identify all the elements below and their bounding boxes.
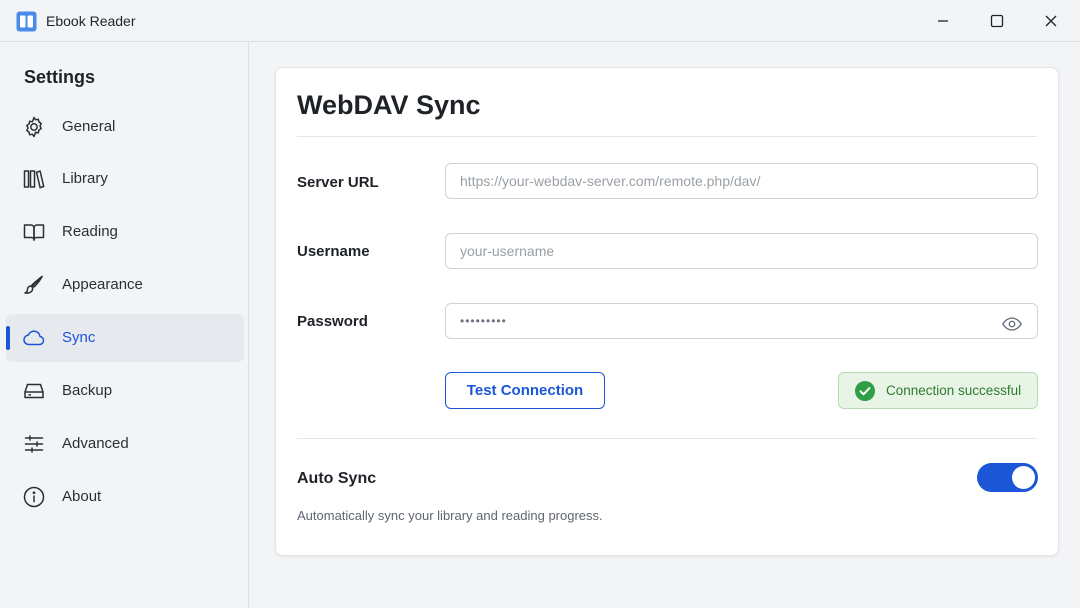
sidebar-item-library[interactable]: Library (6, 155, 244, 203)
minimize-button[interactable] (916, 0, 970, 42)
server-url-label: Server URL (297, 174, 379, 191)
title-bar: Ebook Reader (0, 0, 1080, 42)
sidebar-item-advanced[interactable]: Advanced (6, 420, 244, 468)
sidebar-item-label: Appearance (62, 276, 143, 293)
auto-sync-label: Auto Sync (297, 470, 377, 487)
settings-sidebar: Settings General Library Reading Appeara… (0, 42, 249, 608)
sidebar-item-appearance[interactable]: Appearance (6, 261, 244, 309)
open-book-icon (23, 224, 45, 241)
check-circle-icon (855, 381, 875, 401)
server-url-input[interactable] (445, 163, 1038, 199)
sidebar-item-about[interactable]: About (6, 473, 244, 521)
drive-icon (24, 383, 44, 399)
book-icon (16, 11, 37, 32)
eye-icon[interactable] (1001, 313, 1023, 335)
password-input[interactable] (445, 303, 1038, 339)
auto-sync-description: Automatically sync your library and read… (297, 508, 603, 523)
info-icon (23, 486, 45, 508)
sidebar-item-label: Backup (62, 382, 113, 399)
brush-icon (24, 275, 43, 294)
sliders-icon (24, 435, 44, 453)
sidebar-item-general[interactable]: General (6, 103, 244, 151)
maximize-icon (990, 14, 1004, 28)
auto-sync-toggle[interactable] (977, 463, 1038, 492)
page-title: WebDAV Sync (297, 90, 481, 120)
username-input[interactable] (445, 233, 1038, 269)
title-divider (297, 136, 1037, 137)
username-label: Username (297, 243, 370, 260)
sidebar-item-label: Reading (62, 223, 118, 240)
sidebar-item-label: Library (62, 170, 108, 187)
minimize-icon (938, 20, 948, 22)
sidebar-item-sync[interactable]: Sync (6, 314, 244, 362)
sidebar-item-backup[interactable]: Backup (6, 367, 244, 415)
gear-icon (26, 116, 42, 138)
sidebar-item-reading[interactable]: Reading (6, 208, 244, 256)
close-icon (1045, 15, 1057, 27)
password-label: Password (297, 313, 368, 330)
sidebar-item-label: Sync (62, 329, 96, 346)
webdav-sync-panel: WebDAV Sync Server URL Username Password… (275, 67, 1059, 556)
section-divider (297, 438, 1037, 439)
sidebar-heading: Settings (24, 67, 96, 87)
books-icon (23, 170, 45, 189)
sidebar-item-label: Advanced (62, 435, 129, 452)
status-badge: Connection successful (838, 372, 1038, 409)
sidebar-item-label: General (62, 118, 116, 135)
sidebar-item-label: About (62, 488, 102, 505)
status-text: Connection successful (886, 383, 1022, 398)
toggle-knob (1012, 466, 1035, 489)
cloud-icon (23, 330, 45, 346)
test-connection-button[interactable]: Test Connection (445, 372, 605, 409)
maximize-button[interactable] (970, 0, 1024, 42)
close-button[interactable] (1024, 0, 1078, 42)
window-title: Ebook Reader (46, 13, 136, 29)
